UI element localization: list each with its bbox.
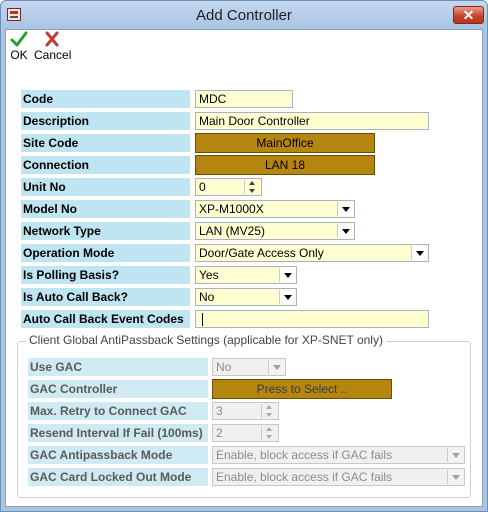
network-type-label: Network Type <box>21 222 190 240</box>
spinner-icon[interactable] <box>261 404 277 418</box>
use-gac-select[interactable]: No <box>212 358 286 376</box>
resend-interval-label: Resend Interval If Fail (100ms) <box>28 424 208 442</box>
site-code-label: Site Code <box>21 134 190 152</box>
chevron-down-icon[interactable] <box>279 268 295 282</box>
max-retry-label: Max. Retry to Connect GAC <box>28 402 208 420</box>
antipassback-mode-label: GAC Antipassback Mode <box>28 446 208 464</box>
resend-interval-value: 2 <box>216 426 223 440</box>
max-retry-stepper[interactable]: 3 <box>212 402 279 420</box>
operation-mode-value: Door/Gate Access Only <box>199 246 324 260</box>
antipassback-mode-select[interactable]: Enable, block access if GAC fails <box>212 446 465 464</box>
auto-call-back-value: No <box>199 290 215 304</box>
gac-controller-label: GAC Controller <box>28 380 208 398</box>
checkmark-icon <box>10 31 28 47</box>
chevron-down-icon[interactable] <box>447 448 463 462</box>
chevron-down-icon[interactable] <box>337 202 353 216</box>
connection-selector[interactable]: LAN 18 <box>195 155 375 175</box>
polling-basis-value: Yes <box>199 268 219 282</box>
chevron-down-icon[interactable] <box>279 290 295 304</box>
unit-no-stepper[interactable]: 0 <box>195 178 262 196</box>
card-locked-mode-label: GAC Card Locked Out Mode <box>28 468 208 486</box>
chevron-down-icon[interactable] <box>447 470 463 484</box>
network-type-select[interactable]: LAN (MV25) <box>195 222 355 240</box>
description-label: Description <box>21 112 190 130</box>
model-no-label: Model No <box>21 200 190 218</box>
auto-call-back-codes-label: Auto Call Back Event Codes <box>21 310 190 328</box>
dialog-body: OK Cancel Code MDC Description Main Door… <box>5 29 483 507</box>
model-no-select[interactable]: XP-M1000X <box>195 200 355 218</box>
add-controller-window: Add Controller ✕ OK Cancel Code MDC Desc… <box>0 0 488 512</box>
polling-basis-label: Is Polling Basis? <box>21 266 190 284</box>
title-bar: Add Controller ✕ <box>1 1 487 29</box>
antipassback-mode-value: Enable, block access if GAC fails <box>216 448 393 462</box>
site-code-selector[interactable]: MainOffice <box>195 133 375 153</box>
polling-basis-select[interactable]: Yes <box>195 266 297 284</box>
window-title: Add Controller <box>196 7 292 24</box>
cancel-button[interactable]: Cancel <box>34 30 72 62</box>
ok-button[interactable]: OK <box>9 30 29 62</box>
text-caret <box>202 313 203 326</box>
close-button[interactable]: ✕ <box>453 6 484 24</box>
ok-label: OK <box>10 48 28 62</box>
use-gac-value: No <box>216 360 232 374</box>
auto-call-back-codes-input[interactable] <box>195 310 429 328</box>
use-gac-label: Use GAC <box>28 358 208 376</box>
chevron-down-icon[interactable] <box>411 246 427 260</box>
gac-group-title: Client Global AntiPassback Settings (app… <box>26 333 386 347</box>
card-locked-mode-value: Enable, block access if GAC fails <box>216 470 393 484</box>
description-input[interactable]: Main Door Controller <box>195 112 429 130</box>
resend-interval-stepper[interactable]: 2 <box>212 424 279 442</box>
spinner-icon[interactable] <box>261 426 277 440</box>
auto-call-back-select[interactable]: No <box>195 288 297 306</box>
unit-no-label: Unit No <box>21 178 190 196</box>
network-type-value: LAN (MV25) <box>199 224 266 238</box>
model-no-value: XP-M1000X <box>199 202 264 216</box>
card-locked-mode-select[interactable]: Enable, block access if GAC fails <box>212 468 465 486</box>
operation-mode-select[interactable]: Door/Gate Access Only <box>195 244 429 262</box>
max-retry-value: 3 <box>216 404 223 418</box>
code-input[interactable]: MDC <box>195 90 293 108</box>
chevron-down-icon[interactable] <box>268 360 284 374</box>
gac-controller-selector[interactable]: Press to Select .. <box>212 379 392 399</box>
spinner-icon[interactable] <box>244 180 260 194</box>
chevron-down-icon[interactable] <box>337 224 353 238</box>
operation-mode-label: Operation Mode <box>21 244 190 262</box>
code-label: Code <box>21 90 190 108</box>
x-cancel-icon <box>45 31 59 47</box>
unit-no-value: 0 <box>199 180 206 194</box>
auto-call-back-label: Is Auto Call Back? <box>21 288 190 306</box>
connection-label: Connection <box>21 156 190 174</box>
cancel-label: Cancel <box>34 48 72 62</box>
